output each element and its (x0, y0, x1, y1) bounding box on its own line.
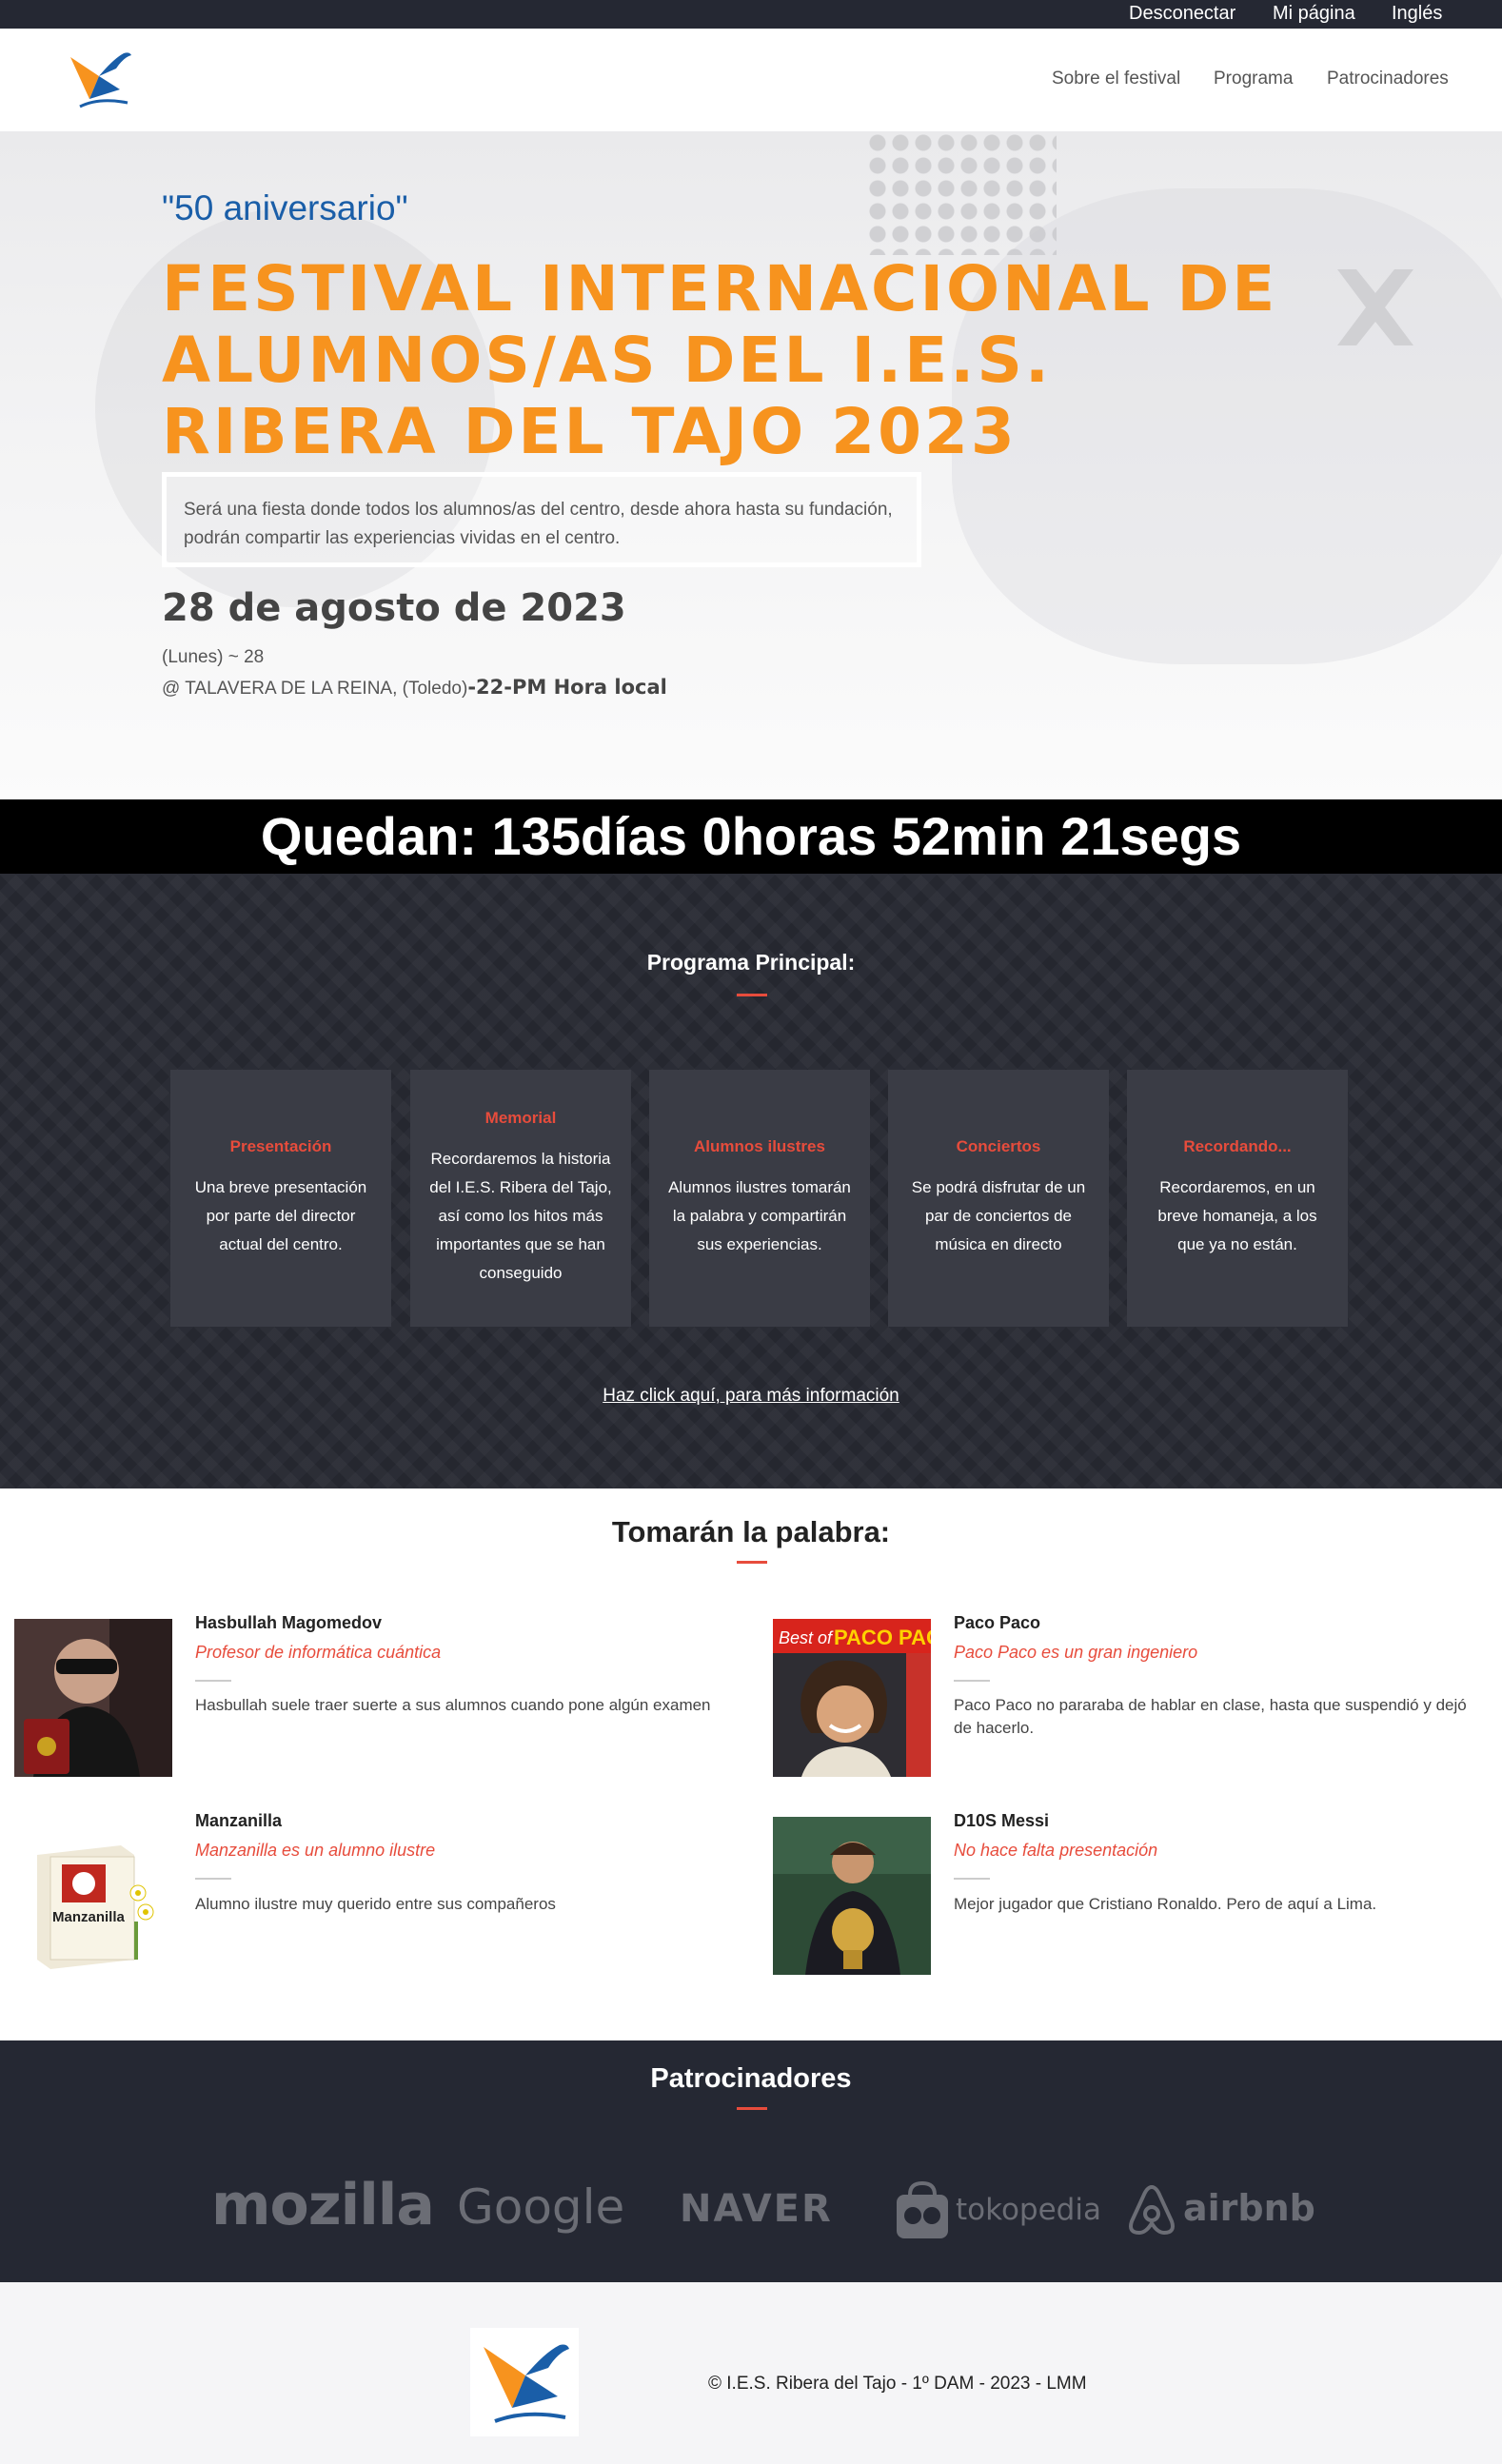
speaker-description: Mejor jugador que Cristiano Ronaldo. Per… (954, 1895, 1377, 1913)
speaker-description: Paco Paco no pararaba de hablar en clase… (954, 1696, 1467, 1737)
card-description: Se podrá disfrutar de un par de conciert… (911, 1178, 1086, 1253)
speaker-name: D10S Messi (954, 1811, 1050, 1830)
divider-line (195, 1680, 231, 1682)
album-cover-icon: Best of PACO PACO (773, 1619, 931, 1777)
card-title: Presentación (229, 1137, 332, 1155)
site-header: Sobre el festival Programa Patrocinadore… (0, 29, 1502, 131)
title-underline (737, 1561, 767, 1564)
site-logo[interactable] (61, 40, 137, 116)
program-card-concerts: Conciertos Se podrá disfrutar de un par d… (888, 1070, 1109, 1327)
event-location: @ TALAVERA DE LA REINA, (Toledo)-22-PM H… (162, 676, 667, 700)
hero-banner: "50 aniversario" FESTIVAL INTERNACIONAL … (0, 131, 1502, 799)
person-photo-icon (14, 1619, 172, 1777)
divider-line (954, 1878, 990, 1880)
tea-box-label: Manzanilla (52, 1909, 126, 1925)
nav-program[interactable]: Programa (1214, 69, 1293, 89)
album-banner-name: PACO PACO (834, 1626, 931, 1649)
copyright-text: © I.E.S. Ribera del Tajo - 1º DAM - 2023… (708, 2374, 1087, 2394)
card-description: Alumnos ilustres tomarán la palabra y co… (668, 1178, 851, 1253)
event-time: -22-PM Hora local (467, 676, 667, 699)
sponsors-title: Patrocinadores (650, 2063, 852, 2094)
speaker-name: Manzanilla (195, 1811, 283, 1830)
person-photo-icon (773, 1817, 931, 1975)
program-card-remembering: Recordando... Recordaremos, en un breve h… (1127, 1070, 1348, 1327)
speaker-name: Hasbullah Magomedov (195, 1613, 383, 1632)
card-description: Recordaremos la historia del I.E.S. Ribe… (429, 1150, 612, 1282)
sponsor-logo-naver[interactable]: NAVER (680, 2187, 833, 2231)
program-card-presentation: Presentación Una breve presentación por p… (170, 1070, 391, 1327)
speaker-photo-hasbullah (14, 1619, 172, 1777)
card-title: Recordando... (1183, 1137, 1292, 1155)
speakers-section: Tomarán la palabra: Hasbullah Magomedov … (0, 1488, 1502, 2040)
program-card-alumni: Alumnos ilustres Alumnos ilustres tomarán… (649, 1070, 870, 1327)
language-link[interactable]: Inglés (1392, 3, 1442, 25)
speaker-photo-manzanilla: Manzanilla (14, 1817, 172, 1975)
title-underline (737, 2107, 767, 2110)
event-date: 28 de agosto de 2023 (162, 586, 626, 630)
site-footer: © I.E.S. Ribera del Tajo - 1º DAM - 2023… (0, 2282, 1502, 2464)
album-banner-text: Best of (779, 1628, 834, 1647)
footer-logo (470, 2328, 579, 2436)
speaker-role: Manzanilla es un alumno ilustre (195, 1841, 436, 1860)
card-title: Memorial (484, 1109, 557, 1127)
tokopedia-wordmark: tokopedia (956, 2193, 1101, 2227)
speaker-role: No hace falta presentación (954, 1841, 1158, 1860)
airbnb-icon (1129, 2184, 1175, 2236)
sponsor-logo-google[interactable]: Google (457, 2179, 624, 2235)
sponsor-logo-mozilla[interactable]: mozilla (211, 2172, 435, 2238)
program-title: Programa Principal: (646, 950, 856, 975)
program-section: Programa Principal: Presentación Una brev… (0, 874, 1502, 1488)
more-info-link[interactable]: Haz click aquí, para más información (0, 1386, 1502, 1407)
countdown-timer: Quedan: 135días 0horas 52min 21segs (0, 799, 1502, 874)
card-description: Recordaremos, en un breve homaneja, a lo… (1157, 1178, 1317, 1253)
speakers-title: Tomarán la palabra: (611, 1515, 891, 1548)
cross-decoration (1337, 269, 1413, 345)
hero-description: Será una fiesta donde todos los alumnos/… (162, 472, 921, 567)
my-page-link[interactable]: Mi página (1273, 3, 1355, 25)
speaker-description: Hasbullah suele traer suerte a sus alumn… (195, 1696, 711, 1714)
location-text: @ TALAVERA DE LA REINA, (Toledo) (162, 679, 468, 699)
divider-line (195, 1878, 231, 1880)
speaker-photo-paco: Best of PACO PACO (773, 1619, 931, 1777)
divider-line (954, 1680, 990, 1682)
airbnb-wordmark: airbnb (1183, 2187, 1315, 2229)
card-description: Una breve presentación por parte del dir… (194, 1178, 367, 1253)
speaker-description: Alumno ilustre muy querido entre sus com… (195, 1895, 556, 1913)
program-card-memorial: Memorial Recordaremos la historia del I.E… (410, 1070, 631, 1327)
nav-about[interactable]: Sobre el festival (1052, 69, 1180, 89)
speaker-photo-messi (773, 1817, 931, 1975)
hero-title: FESTIVAL INTERNACIONAL DE ALUMNOS/AS DEL… (162, 252, 1278, 468)
logout-link[interactable]: Desconectar (1129, 3, 1235, 25)
event-day: (Lunes) ~ 28 (162, 647, 265, 667)
title-underline (737, 994, 767, 996)
card-title: Alumnos ilustres (694, 1137, 825, 1155)
top-bar: Desconectar Mi página Inglés (0, 0, 1502, 29)
speaker-role: Paco Paco es un gran ingeniero (954, 1643, 1198, 1662)
dots-decoration (866, 131, 1057, 255)
speaker-name: Paco Paco (954, 1613, 1041, 1632)
speaker-role: Profesor de informática cuántica (195, 1643, 442, 1662)
sponsors-section: Patrocinadores mozilla Google NAVER toko… (0, 2040, 1502, 2282)
anniversary-label: "50 aniversario" (162, 188, 408, 227)
tea-box-icon: Manzanilla (14, 1817, 172, 1975)
tokopedia-bag-icon (897, 2181, 948, 2238)
card-title: Conciertos (956, 1137, 1041, 1155)
nav-sponsors[interactable]: Patrocinadores (1327, 69, 1449, 89)
